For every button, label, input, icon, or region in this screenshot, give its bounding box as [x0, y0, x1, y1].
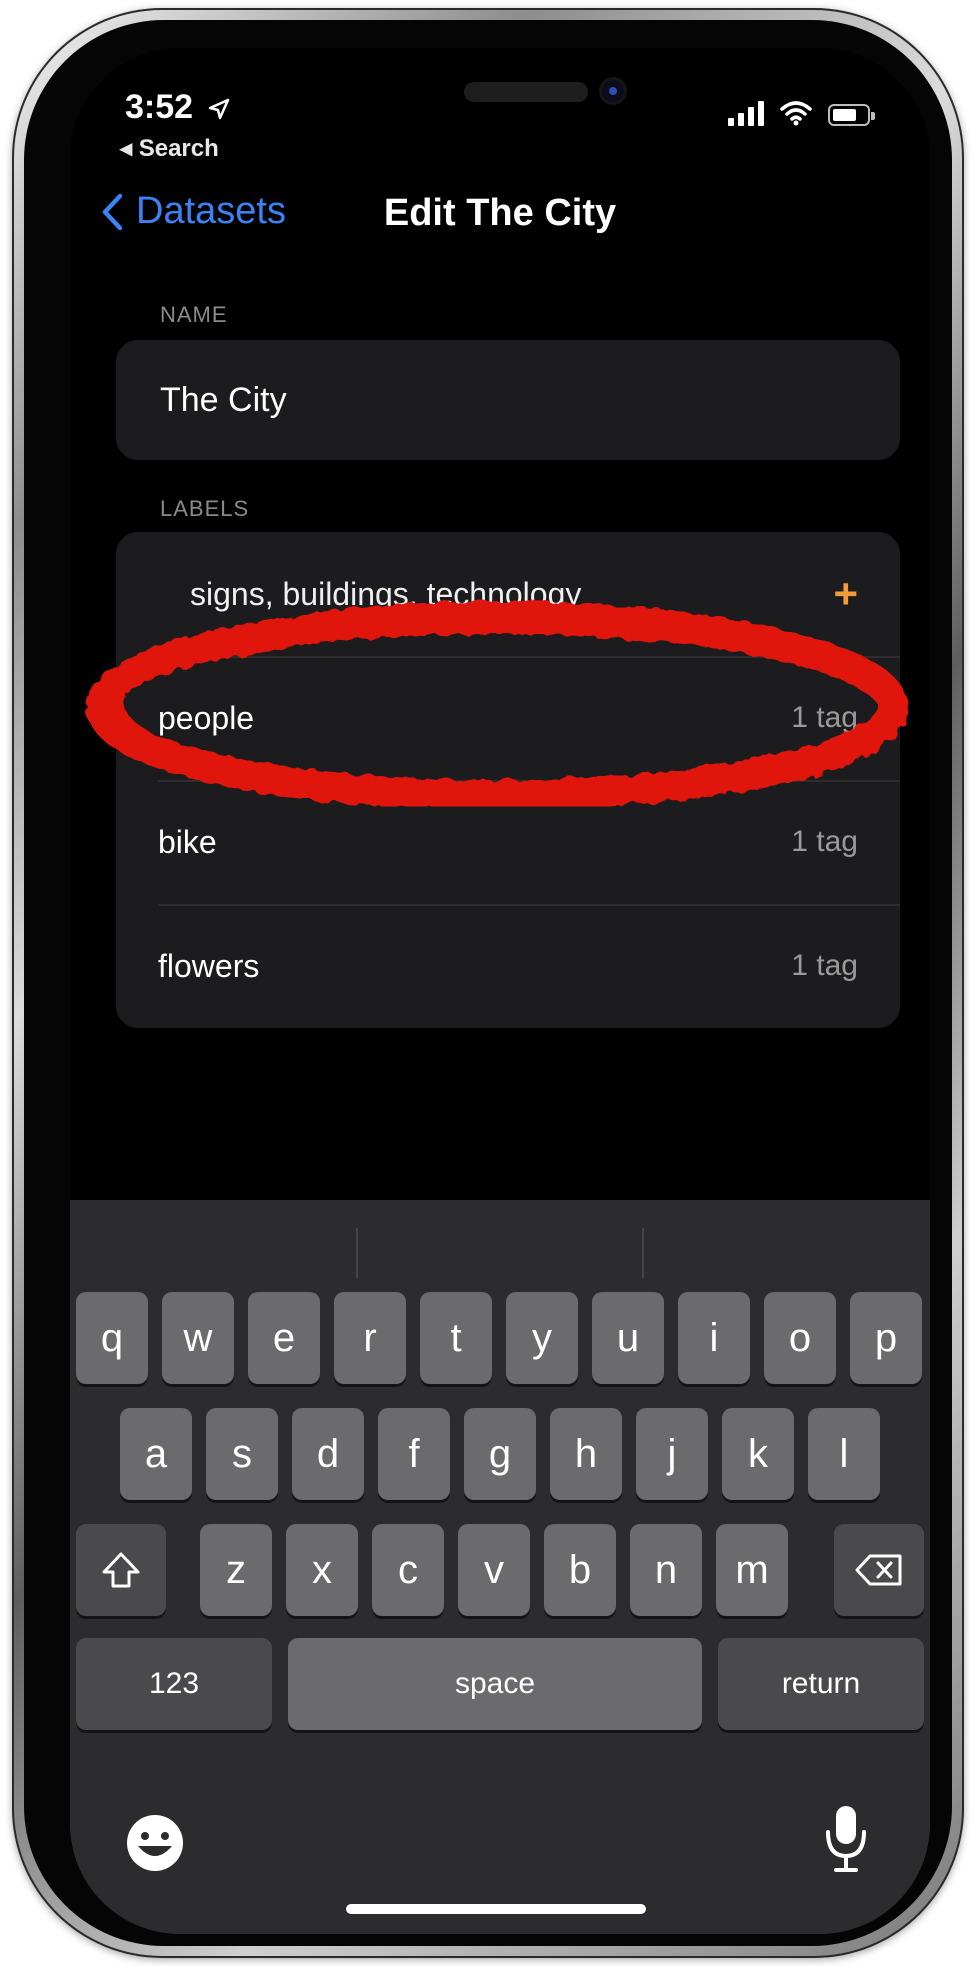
- key-j[interactable]: j: [636, 1408, 708, 1500]
- key-w[interactable]: w: [162, 1292, 234, 1384]
- key-q[interactable]: q: [76, 1292, 148, 1384]
- row-divider: [158, 656, 900, 658]
- key-p[interactable]: p: [850, 1292, 922, 1384]
- suggestion-separator: [356, 1228, 358, 1278]
- front-camera: [602, 80, 624, 102]
- back-to-app-link[interactable]: ◂ Search: [120, 134, 219, 163]
- key-y[interactable]: y: [506, 1292, 578, 1384]
- key-t[interactable]: t: [420, 1292, 492, 1384]
- delete-backspace-icon: [855, 1554, 902, 1586]
- label-row[interactable]: bike 1 tag: [116, 780, 900, 904]
- key-b[interactable]: b: [544, 1524, 616, 1616]
- cellular-signal-icon: [728, 100, 764, 126]
- labels-card: signs, buildings, technology + people 1 …: [116, 532, 900, 1028]
- key-g[interactable]: g: [464, 1408, 536, 1500]
- key-r[interactable]: r: [334, 1292, 406, 1384]
- new-label-input-row[interactable]: signs, buildings, technology +: [116, 532, 900, 656]
- status-indicators: [728, 100, 875, 126]
- key-m[interactable]: m: [716, 1524, 788, 1616]
- wifi-icon: [780, 101, 812, 126]
- battery-icon: [828, 104, 875, 126]
- key-i[interactable]: i: [678, 1292, 750, 1384]
- home-indicator[interactable]: [346, 1904, 646, 1914]
- page-title: Edit The City: [383, 192, 617, 234]
- key-v[interactable]: v: [458, 1524, 530, 1616]
- emoji-icon[interactable]: [124, 1812, 186, 1874]
- keyboard: 123 space return qwertyuiop asdfghjkl zxcv…: [70, 1200, 930, 1934]
- phone-screen: 3:52 ◂ Search Datasets Edit The City NAM…: [70, 48, 930, 1934]
- key-f[interactable]: f: [378, 1408, 450, 1500]
- return-key[interactable]: return: [718, 1638, 924, 1730]
- name-section-header: NAME: [160, 302, 228, 327]
- key-h[interactable]: h: [550, 1408, 622, 1500]
- numbers-key[interactable]: 123: [76, 1638, 272, 1730]
- delete-key[interactable]: [834, 1524, 924, 1616]
- earpiece-speaker: [464, 82, 588, 102]
- label-name: people: [158, 699, 255, 736]
- key-x[interactable]: x: [286, 1524, 358, 1616]
- phone-frame: 3:52 ◂ Search Datasets Edit The City NAM…: [12, 8, 964, 1958]
- row-divider: [158, 904, 900, 906]
- key-o[interactable]: o: [764, 1292, 836, 1384]
- label-name: bike: [158, 823, 217, 860]
- labels-section-header: LABELS: [160, 496, 250, 521]
- key-s[interactable]: s: [206, 1408, 278, 1500]
- location-arrow-icon: [208, 98, 229, 120]
- key-d[interactable]: d: [292, 1408, 364, 1500]
- microphone-icon[interactable]: [822, 1802, 870, 1878]
- key-e[interactable]: e: [248, 1292, 320, 1384]
- new-label-input[interactable]: signs, buildings, technology: [190, 576, 581, 613]
- key-a[interactable]: a: [120, 1408, 192, 1500]
- shift-arrow-icon: [102, 1552, 140, 1588]
- status-time: 3:52: [125, 88, 231, 127]
- key-c[interactable]: c: [372, 1524, 444, 1616]
- plus-icon[interactable]: +: [833, 570, 858, 618]
- label-name: flowers: [158, 947, 260, 984]
- key-l[interactable]: l: [808, 1408, 880, 1500]
- key-u[interactable]: u: [592, 1292, 664, 1384]
- label-row[interactable]: flowers 1 tag: [116, 904, 900, 1028]
- row-divider: [158, 780, 900, 782]
- predictive-text-bar: [70, 1200, 930, 1288]
- tag-count: 1 tag: [791, 949, 858, 982]
- key-k[interactable]: k: [722, 1408, 794, 1500]
- name-card: The City: [116, 340, 900, 460]
- shift-key[interactable]: [76, 1524, 166, 1616]
- name-field[interactable]: The City: [116, 340, 900, 460]
- suggestion-separator: [642, 1228, 644, 1278]
- key-n[interactable]: n: [630, 1524, 702, 1616]
- space-key[interactable]: space: [288, 1638, 702, 1730]
- key-z[interactable]: z: [200, 1524, 272, 1616]
- label-row[interactable]: people 1 tag: [116, 656, 900, 780]
- tag-count: 1 tag: [791, 825, 858, 858]
- tag-count: 1 tag: [791, 701, 858, 734]
